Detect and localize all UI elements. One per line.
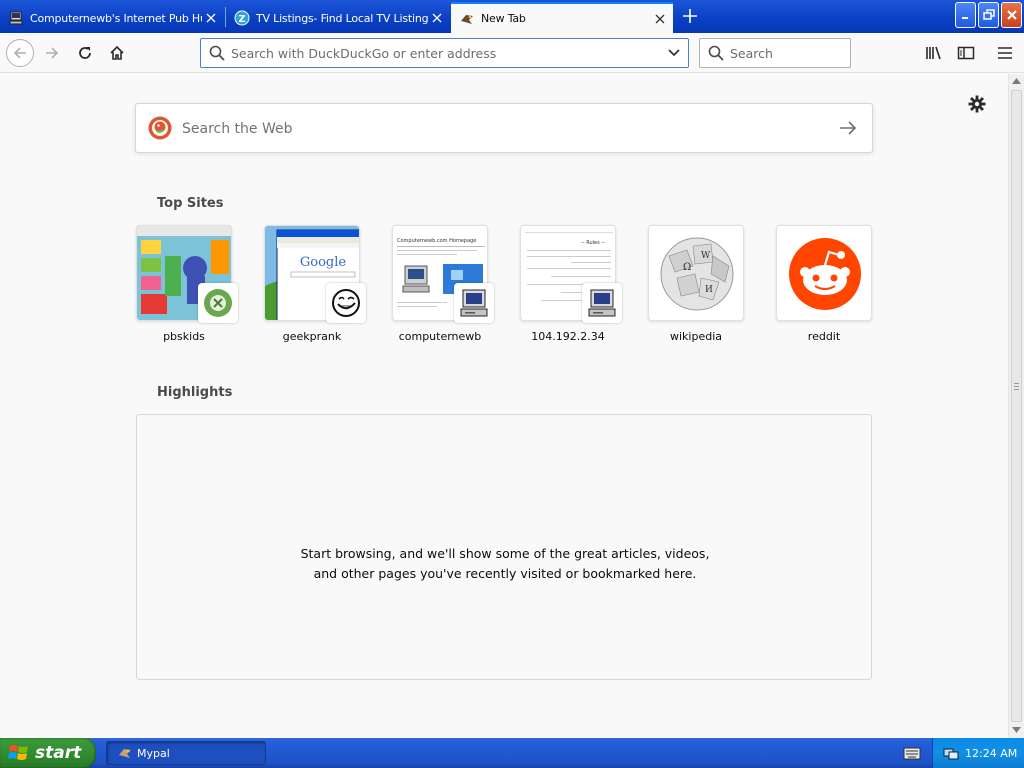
search-bar[interactable] (699, 38, 851, 68)
scroll-up-icon (1012, 78, 1021, 84)
search-input[interactable] (730, 44, 840, 62)
svg-text:Z: Z (238, 14, 245, 25)
site-label: 104.192.2.34 (531, 330, 605, 343)
close-icon[interactable] (202, 9, 220, 27)
thumb-rules-text: -- Rules -- (581, 240, 605, 246)
tab-bar: Computernewb's Internet Pub Hub Z TV Lis… (0, 0, 1024, 33)
forward-button[interactable] (38, 39, 66, 67)
mypal-icon (119, 749, 131, 758)
start-button[interactable]: start (0, 738, 96, 768)
z-favicon-icon: Z (234, 10, 250, 26)
reload-icon (79, 47, 91, 59)
scroll-thumb[interactable] (1011, 90, 1022, 722)
top-site-pbskids[interactable]: pbskids (136, 225, 238, 355)
start-label: start (35, 743, 82, 763)
reload-button[interactable] (71, 39, 99, 67)
home-button[interactable] (103, 39, 131, 67)
tab-title: Computernewb's Internet Pub Hub (30, 11, 202, 25)
google-logo-text: Google (300, 255, 347, 270)
close-icon (1006, 10, 1017, 20)
customize-gear-button[interactable] (966, 93, 988, 115)
restore-icon (982, 9, 995, 20)
navigation-toolbar (0, 33, 1024, 73)
hamburger-icon (998, 47, 1012, 59)
library-button[interactable] (920, 39, 948, 67)
mypal-favicon-icon (459, 11, 475, 27)
windows-taskbar: start Mypal 12:24 AM (0, 738, 1024, 768)
arrow-right-icon (46, 47, 59, 59)
tab-tv-listings[interactable]: Z TV Listings- Find Local TV Listings a (226, 3, 450, 33)
restore-button[interactable] (978, 2, 999, 28)
tab-title: TV Listings- Find Local TV Listings a (256, 11, 428, 25)
keyboard-icon[interactable] (903, 745, 921, 764)
top-site-104-192-2-34[interactable]: -- Rules -- 104.192.2.34 (520, 225, 622, 355)
gear-icon (968, 95, 986, 113)
thumb-header-text: Computernewb.com Homepage (397, 238, 476, 244)
top-site-computernewb[interactable]: Computernewb.com Homepage computernewb (392, 225, 494, 355)
minimize-button[interactable] (955, 2, 976, 28)
site-label: reddit (807, 330, 841, 343)
close-icon[interactable] (428, 9, 446, 27)
site-label: computernewb (398, 330, 482, 343)
computer-icon (454, 283, 494, 323)
url-input[interactable] (231, 44, 651, 62)
close-icon[interactable] (651, 10, 669, 28)
tab-computernewb[interactable]: Computernewb's Internet Pub Hub (0, 3, 224, 33)
sidebar-button[interactable] (952, 39, 980, 67)
highlights-panel: Start browsing, and we'll show some of t… (136, 414, 872, 680)
taskbar-item-mypal[interactable]: Mypal (106, 741, 266, 765)
new-tab-button[interactable] (678, 5, 702, 27)
wikipedia-globe-icon: Ω W И (649, 226, 743, 320)
windows-logo-icon (8, 745, 28, 760)
chevron-down-icon[interactable] (668, 49, 680, 57)
site-label: wikipedia (669, 330, 722, 343)
top-sites-heading: Top Sites (157, 196, 224, 211)
tab-title: New Tab (481, 12, 526, 25)
scroll-down-icon (1012, 727, 1021, 733)
computer-icon (582, 283, 622, 323)
arrow-right-icon[interactable] (839, 121, 857, 135)
top-site-wikipedia[interactable]: Ω W И wikipedia (648, 225, 744, 355)
network-icon[interactable] (943, 745, 959, 761)
search-icon (708, 45, 724, 61)
highlights-heading: Highlights (157, 385, 233, 400)
duckduckgo-icon (148, 116, 172, 140)
window-close-button[interactable] (1001, 2, 1022, 28)
site-label: geekprank (282, 330, 342, 343)
tab-new-tab[interactable]: New Tab (451, 2, 673, 33)
home-icon (110, 45, 124, 60)
svg-text:Ω: Ω (683, 262, 691, 273)
site-thumbnail: Ω W И (648, 225, 744, 321)
top-site-geekprank[interactable]: Google geekprank (264, 225, 366, 355)
menu-button[interactable] (991, 39, 1019, 67)
taskbar-item-label: Mypal (137, 746, 170, 760)
minimize-icon (961, 17, 968, 19)
sidebar-icon (957, 46, 975, 60)
plus-icon (683, 9, 697, 23)
trollface-icon (326, 283, 366, 323)
vertical-scrollbar[interactable] (1008, 74, 1024, 738)
web-search-box[interactable] (135, 103, 873, 153)
clock[interactable]: 12:24 AM (965, 747, 1017, 760)
svg-text:W: W (701, 251, 711, 261)
url-bar[interactable] (200, 38, 689, 68)
pbskids-icon (198, 283, 238, 323)
arrow-left-icon (13, 47, 26, 59)
back-button[interactable] (6, 39, 34, 67)
site-thumbnail (776, 225, 872, 321)
search-icon (209, 45, 225, 61)
library-icon (926, 46, 941, 60)
web-search-input[interactable] (182, 119, 782, 139)
site-label: pbskids (163, 330, 205, 343)
reddit-alien-icon (777, 226, 871, 320)
highlights-empty-message: Start browsing, and we'll show some of t… (300, 546, 710, 581)
computer-favicon-icon (8, 10, 24, 26)
svg-text:И: И (705, 285, 713, 295)
top-site-reddit[interactable]: reddit (776, 225, 872, 355)
system-tray: 12:24 AM (932, 738, 1024, 768)
